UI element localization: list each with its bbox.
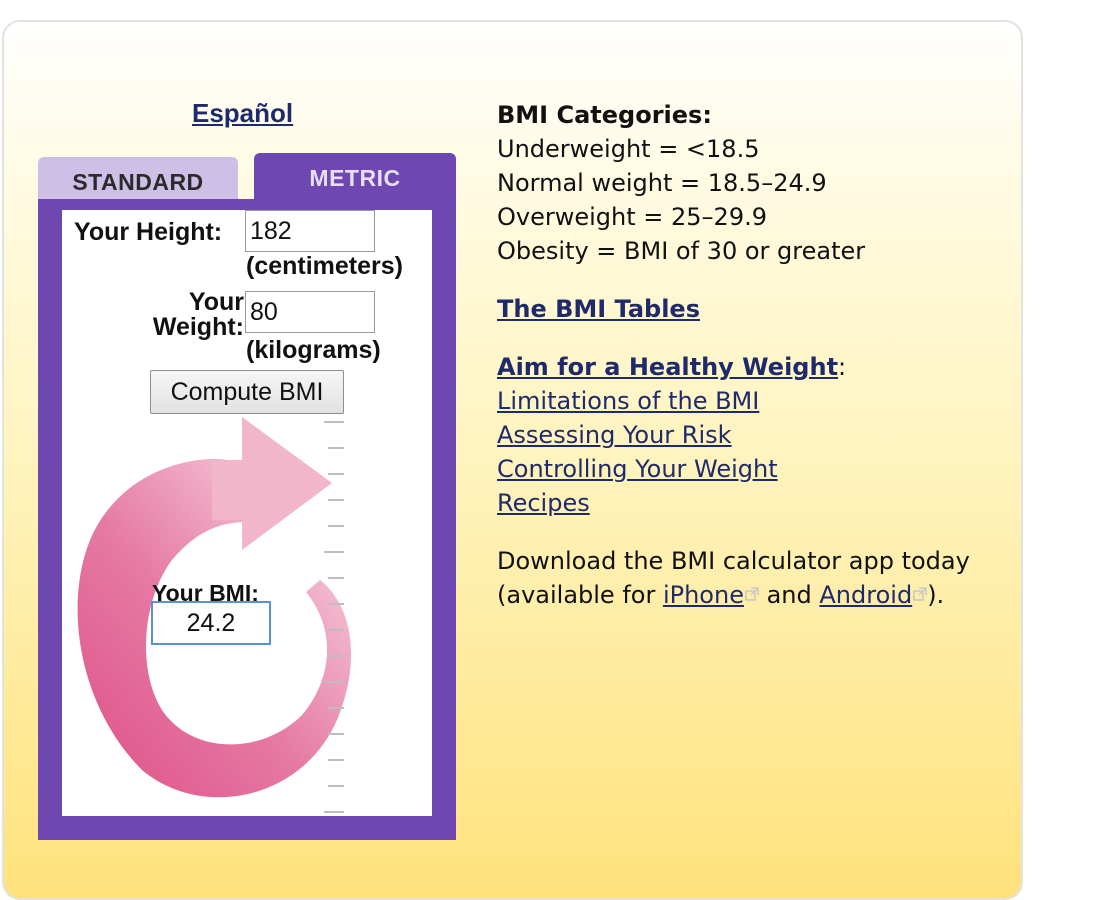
espanol-link[interactable]: Español bbox=[192, 98, 293, 129]
height-unit: (centimeters) bbox=[246, 252, 403, 280]
height-label: Your Height: bbox=[74, 218, 223, 246]
category-obesity: Obesity = BMI of 30 or greater bbox=[497, 237, 866, 265]
tab-standard[interactable]: STANDARD bbox=[38, 157, 238, 203]
app-promo-prefix: (available for bbox=[497, 581, 663, 609]
healthy-weight-link[interactable]: Aim for a Healthy Weight bbox=[497, 353, 838, 381]
category-underweight: Underweight = <18.5 bbox=[497, 135, 760, 163]
assessing-risk-link[interactable]: Assessing Your Risk bbox=[497, 421, 732, 449]
categories-heading: BMI Categories: bbox=[497, 101, 712, 129]
limitations-link[interactable]: Limitations of the BMI bbox=[497, 387, 759, 415]
app-promo-line1: Download the BMI calculator app today bbox=[497, 547, 970, 575]
category-normal: Normal weight = 18.5–24.9 bbox=[497, 169, 827, 197]
bmi-tables-link[interactable]: The BMI Tables bbox=[497, 295, 700, 323]
iphone-link[interactable]: iPhone bbox=[663, 581, 744, 609]
bmi-info: BMI Categories: Underweight = <18.5 Norm… bbox=[497, 98, 1017, 612]
compute-bmi-button[interactable]: Compute BMI bbox=[150, 370, 344, 414]
external-link-icon bbox=[913, 587, 927, 601]
weight-unit: (kilograms) bbox=[246, 336, 381, 364]
weight-label: Your Weight: bbox=[82, 290, 244, 340]
weight-label-line2: Weight: bbox=[152, 313, 244, 341]
external-link-icon bbox=[745, 587, 759, 601]
calculator-body: Your Height: (centimeters) Your Weight: … bbox=[62, 210, 432, 816]
calculator-panel: Your Height: (centimeters) Your Weight: … bbox=[38, 199, 456, 840]
bmi-result-field[interactable]: 24.2 bbox=[151, 601, 271, 645]
height-input[interactable] bbox=[245, 210, 375, 252]
weight-input[interactable] bbox=[245, 291, 375, 333]
content-card: Español STANDARD METRIC Your Height: 182… bbox=[2, 20, 1023, 900]
healthy-weight-colon: : bbox=[838, 353, 847, 381]
weight-label-line1: Your bbox=[188, 288, 244, 316]
android-link[interactable]: Android bbox=[819, 581, 912, 609]
tab-metric[interactable]: METRIC bbox=[254, 153, 456, 203]
app-promo-line2: (available for iPhone and Android). bbox=[497, 578, 1017, 612]
category-overweight: Overweight = 25–29.9 bbox=[497, 203, 767, 231]
recipes-link[interactable]: Recipes bbox=[497, 489, 590, 517]
app-promo-suffix: ). bbox=[927, 581, 945, 609]
controlling-weight-link[interactable]: Controlling Your Weight bbox=[497, 455, 778, 483]
arrow-head bbox=[212, 417, 332, 550]
app-promo-and: and bbox=[758, 581, 820, 609]
